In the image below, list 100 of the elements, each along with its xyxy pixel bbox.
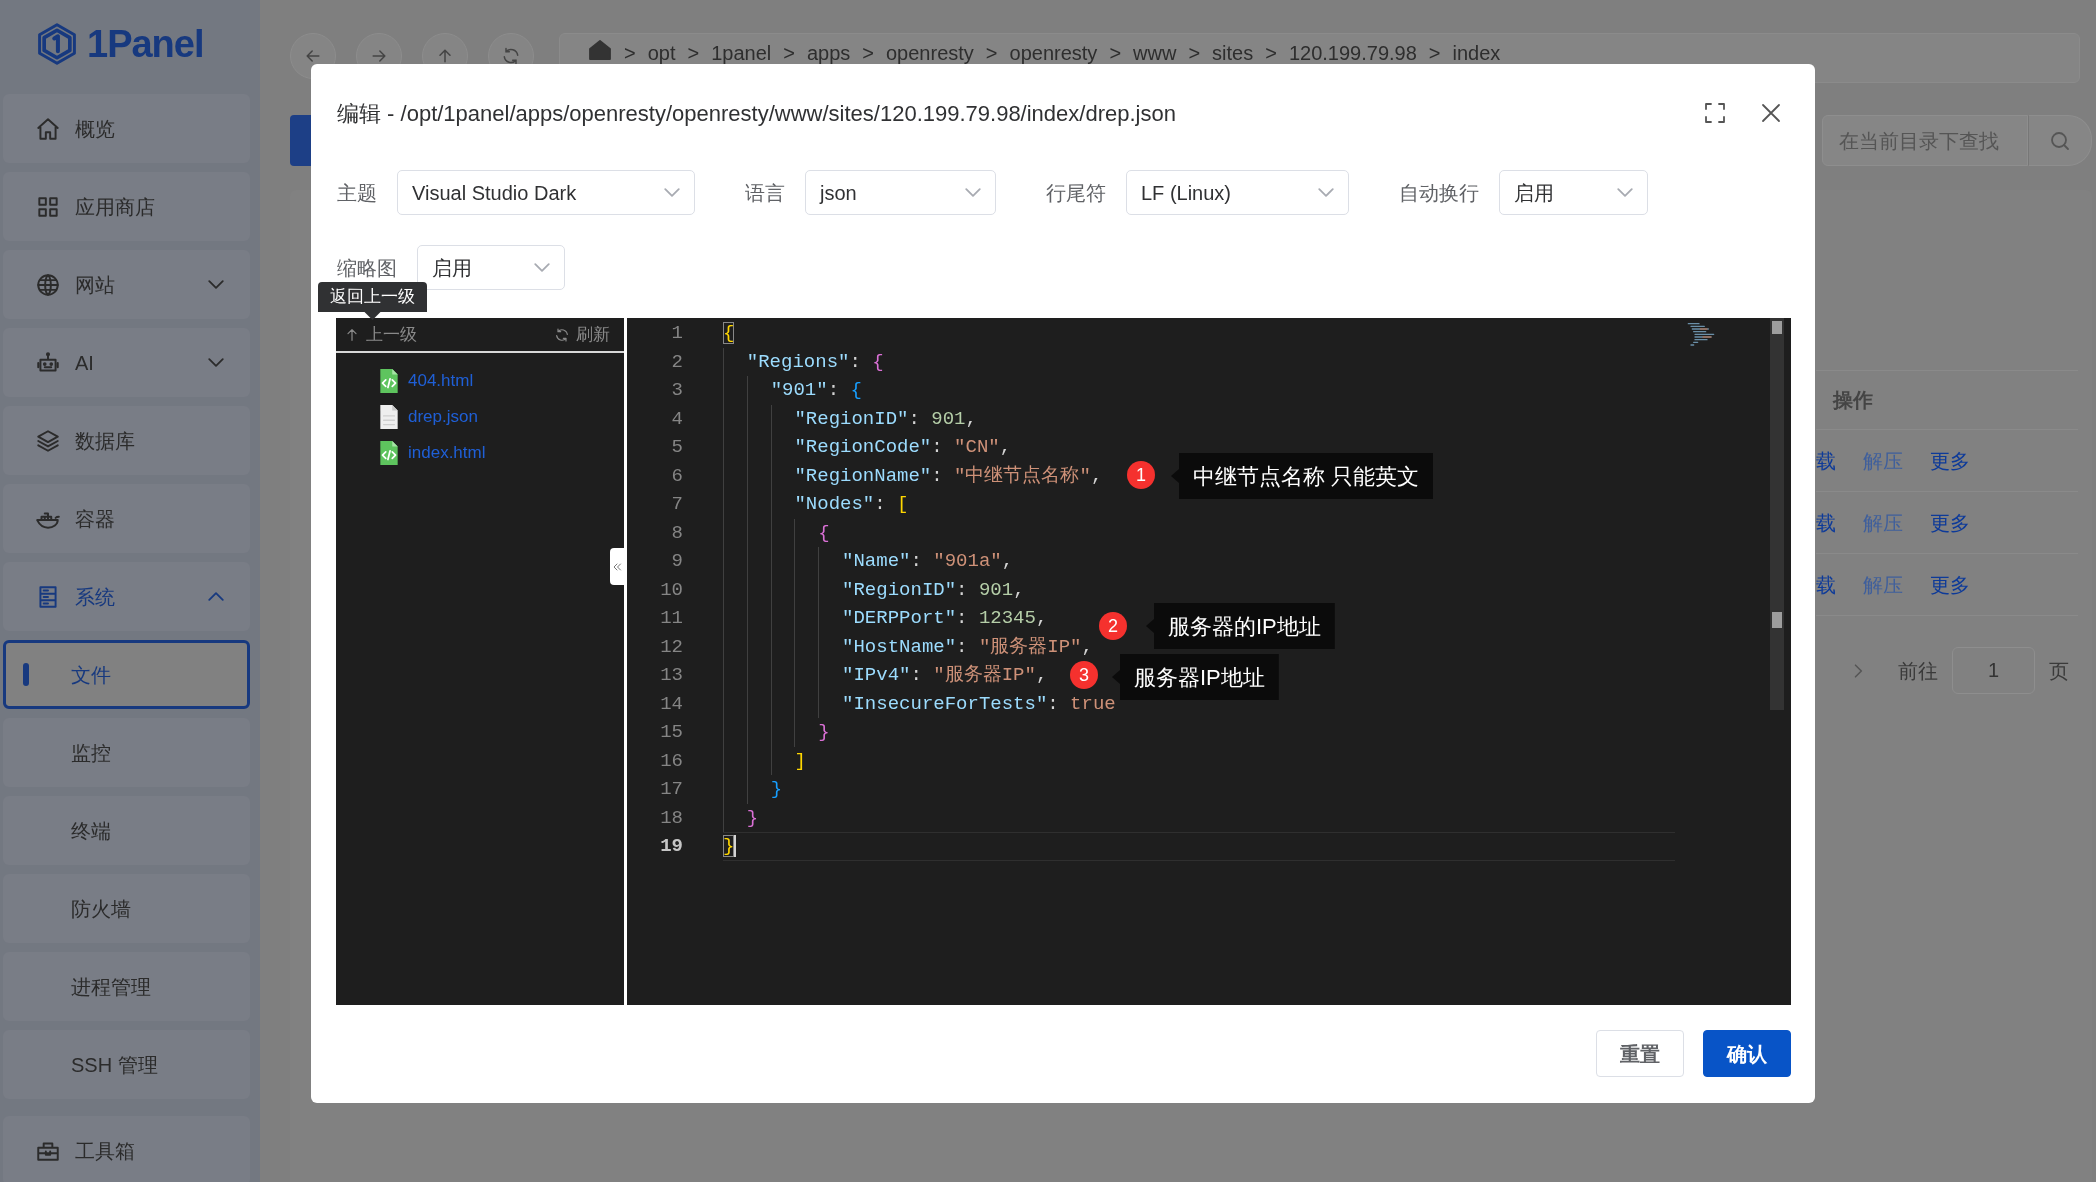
annotation-callout: 服务器IP地址 <box>1112 654 1279 700</box>
breadcrumb-link[interactable]: 120.199.79.98 <box>1288 38 1417 68</box>
row-action-link[interactable]: 载 <box>1816 445 1836 476</box>
code-line: ] <box>723 746 1675 775</box>
code-line: "901": { <box>723 376 1675 405</box>
select-field[interactable]: 启用 <box>1499 170 1648 215</box>
line-number: 5 <box>670 435 683 460</box>
layers-icon <box>35 427 61 454</box>
chevron-down-icon <box>1617 188 1633 197</box>
sidebar-item[interactable]: AI <box>3 328 250 397</box>
confirm-button[interactable]: 确认 <box>1703 1030 1791 1077</box>
dialog-title: 编辑 - /opt/1panel/apps/openresty/openresty/www/sites/120.199.79.98/index/drep.json <box>337 99 1176 128</box>
annotation-callout: 中继节点名称 只能英文 <box>1171 453 1434 499</box>
code-editor[interactable] <box>627 318 1791 1005</box>
sidebar-item[interactable]: 网站 <box>3 250 250 319</box>
sidebar-item[interactable]: 应用商店 <box>3 172 250 241</box>
line-number: 17 <box>659 777 683 802</box>
chevron-up-icon <box>208 592 224 601</box>
page-field[interactable]: 1 <box>1952 647 2035 694</box>
line-number: 18 <box>659 805 683 831</box>
sidebar-subitem[interactable]: 进程管理 <box>3 952 250 1021</box>
breadcrumb-link[interactable]: index <box>1452 38 1501 68</box>
field-label: 行尾符 <box>1046 180 1106 206</box>
sidebar-subitem[interactable]: SSH 管理 <box>3 1030 250 1099</box>
sidebar-item[interactable]: 工具箱 <box>3 1116 250 1182</box>
line-number: 11 <box>659 606 683 631</box>
code-line: } <box>723 832 1675 861</box>
breadcrumb-link[interactable]: 1panel <box>711 38 772 68</box>
row-action-link[interactable]: 载 <box>1816 507 1836 538</box>
line-number: 14 <box>659 691 683 717</box>
sidebar-subitem[interactable]: 防火墙 <box>3 874 250 943</box>
up-level-button[interactable]: 上一级 <box>344 321 417 348</box>
breadcrumb-separator: > <box>687 41 700 66</box>
line-number: 1 <box>670 321 683 346</box>
row-action-link[interactable]: 载 <box>1816 569 1836 600</box>
breadcrumb-separator: > <box>1428 41 1441 66</box>
sidebar-item[interactable]: 数据库 <box>3 406 250 475</box>
number-badge: 1 <box>1127 461 1155 489</box>
breadcrumb-link[interactable]: openresty <box>886 38 974 68</box>
page-label: 页 <box>2049 658 2069 684</box>
row-action-link[interactable]: 更多 <box>1930 507 1970 538</box>
line-number: 10 <box>659 577 683 603</box>
breadcrumb-link[interactable]: openresty <box>1009 38 1098 68</box>
number-badge: 2 <box>1099 612 1127 640</box>
breadcrumb-separator: > <box>783 41 795 66</box>
chevron-down-icon <box>664 188 680 197</box>
breadcrumb-separator: > <box>1265 41 1277 66</box>
chevron-down-icon <box>965 188 981 197</box>
file-item[interactable]: 404.html <box>376 363 624 399</box>
line-number: 9 <box>670 549 683 574</box>
code-line: { <box>723 518 1675 547</box>
code-line: } <box>723 803 1675 832</box>
code-line: "Regions": { <box>723 347 1675 376</box>
code-line: } <box>723 718 1675 747</box>
code-line: { <box>723 321 736 346</box>
file-item[interactable]: index.html <box>376 435 624 471</box>
row-action-link[interactable]: 更多 <box>1930 569 1970 600</box>
close-icon[interactable] <box>1759 101 1783 125</box>
number-badge: 3 <box>1070 661 1098 689</box>
breadcrumb-separator: > <box>1188 41 1201 66</box>
chevron-down-icon <box>208 280 224 289</box>
breadcrumb-separator: > <box>862 41 874 66</box>
refresh-icon <box>501 46 521 66</box>
breadcrumb-separator: > <box>1109 41 1122 66</box>
scrollbar[interactable] <box>1770 318 1784 710</box>
line-number: 2 <box>670 349 683 375</box>
sidebar-subitem[interactable]: 文件 <box>3 640 250 709</box>
field-label: 主题 <box>337 180 377 206</box>
field-label: 自动换行 <box>1399 180 1479 206</box>
reset-button[interactable]: 重置 <box>1596 1030 1684 1077</box>
select-field[interactable]: Visual Studio Dark <box>397 170 695 215</box>
fullscreen-icon[interactable] <box>1703 101 1727 125</box>
sidebar-item[interactable]: 容器 <box>3 484 250 553</box>
sidebar-item[interactable]: 系统 <box>3 562 250 631</box>
home-icon <box>35 115 61 142</box>
breadcrumb-link[interactable]: opt <box>647 38 676 68</box>
row-action-link[interactable]: 更多 <box>1930 445 1970 476</box>
line-number: 8 <box>670 520 683 546</box>
breadcrumb-link[interactable]: www <box>1133 38 1177 68</box>
collapse-handle[interactable] <box>610 548 624 585</box>
breadcrumb-separator: > <box>624 41 636 66</box>
chevron-down-icon <box>534 263 550 272</box>
sidebar-subitem[interactable]: 终端 <box>3 796 250 865</box>
line-number: 7 <box>670 492 683 517</box>
select-field[interactable]: json <box>805 170 996 215</box>
logo-icon <box>35 22 79 66</box>
line-number: 3 <box>670 378 683 403</box>
breadcrumb-separator: > <box>985 41 998 66</box>
code-line: "Name": "901a", <box>723 547 1675 576</box>
file-item[interactable]: drep.json <box>376 399 624 435</box>
home-icon[interactable] <box>588 38 612 62</box>
line-number: 16 <box>659 748 683 774</box>
select-field[interactable]: LF (Linux) <box>1126 170 1349 215</box>
sidebar-subitem[interactable]: 监控 <box>3 718 250 787</box>
breadcrumb-link[interactable]: apps <box>806 38 851 68</box>
chevron-down-icon <box>208 358 224 367</box>
field-label: 缩略图 <box>337 255 397 281</box>
sidebar-item[interactable]: 概览 <box>3 94 250 163</box>
breadcrumb-link[interactable]: sites <box>1212 38 1254 68</box>
refresh-button[interactable]: 刷新 <box>554 321 610 348</box>
